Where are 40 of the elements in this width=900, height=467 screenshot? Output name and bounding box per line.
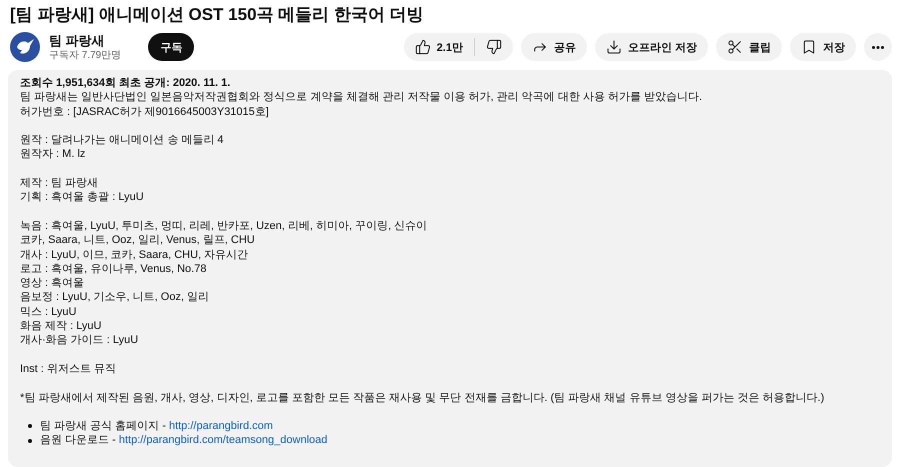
description-line: *팀 파랑새에서 제작된 음원, 개사, 영상, 디자인, 로고를 포함한 모든 작품은 재사용 및 무단 전재를 금합니다. (팀 파랑새 채널 유튜브 영상을 퍼가는 것은 허용합니다.) xyxy=(20,390,826,405)
description-line: 원작 : 달려나가는 애니메이션 송 메들리 4 xyxy=(20,133,225,148)
video-title: [팀 파랑새] 애니메이션 OST 150곡 메들리 한국어 더빙 xyxy=(10,4,425,26)
scissors-icon xyxy=(727,39,743,55)
description-line: 화음 제작 : LyuU xyxy=(20,319,102,334)
description-line: 개사·화음 가이드 : LyuU xyxy=(20,333,140,348)
thumbs-down-icon xyxy=(486,39,502,55)
description-line: 로고 : 흑여울, 유이나루, Venus, No.78 xyxy=(20,262,208,276)
description-line: 영상 : 흑여울 xyxy=(20,276,86,290)
channel-avatar-icon[interactable] xyxy=(10,32,40,62)
link-item: 팀 파랑새 공식 홈페이지 - http://parangbird.com xyxy=(40,419,273,434)
bullet-icon xyxy=(28,424,32,428)
description-line: 팀 파랑새는 일반사단법인 일본음악저작권협회와 정식으로 계약을 체결해 관리 저작물 이용 허가, 관리 악곡에 대한 사용 허가를 받았습니다. xyxy=(20,90,704,105)
more-button[interactable] xyxy=(864,33,892,61)
save-button[interactable]: 저장 xyxy=(790,33,856,61)
description-line: 음보정 : LyuU, 기소우, 니트, Ooz, 일리 xyxy=(20,290,210,305)
link-item: 음원 다운로드 - http://parangbird.com/teamsong_download xyxy=(40,433,328,448)
download-icon xyxy=(606,39,622,55)
bullet-icon xyxy=(28,438,32,443)
subscriber-count: 구독자 7.79만명 xyxy=(49,49,122,62)
share-button[interactable]: 공유 xyxy=(520,33,587,61)
clip-button[interactable]: 클립 xyxy=(716,33,782,61)
description-line: 녹음 : 흑여울, LyuU, 투미츠, 멍띠, 리레, 반카포, Uzen, 리베, 히미아, 꾸이링, 신슈이 xyxy=(20,218,428,234)
bookmark-icon xyxy=(801,39,817,55)
description-line: 제작 : 팀 파랑새 xyxy=(20,176,100,190)
subscribe-button[interactable]: 구독 xyxy=(148,33,194,61)
download-button[interactable]: 오프라인 저장 xyxy=(594,33,708,61)
description-line: 개사 : LyuU, 이므, 코카, Saara, CHU, 자유시간 xyxy=(20,248,250,262)
description-line: 코카, Saara, 니트, Ooz, 일리, Venus, 릴프, CHU xyxy=(20,233,256,248)
more-icon xyxy=(872,46,884,48)
description-line: 믹스 : LyuU xyxy=(20,304,78,320)
channel-name[interactable]: 팀 파랑새 xyxy=(49,32,122,49)
description-line: 허가번호 : [JASRAC허가 제9016645003Y31015호] xyxy=(20,104,270,119)
description-line: 원작자 : M. lz xyxy=(20,147,86,162)
view-stats: 조회수 1,951,634회 최초 공개: 2020. 11. 1. xyxy=(20,76,232,90)
url-link[interactable]: http://parangbird.com xyxy=(168,420,273,432)
description-line: Inst : 위저스트 뮤직 xyxy=(20,362,117,376)
url-link[interactable]: http://parangbird.com/teamsong_download xyxy=(118,434,328,446)
description-line: 기획 : 흑여울 총괄 : LyuU xyxy=(20,190,145,205)
thumbs-up-icon xyxy=(414,39,431,55)
